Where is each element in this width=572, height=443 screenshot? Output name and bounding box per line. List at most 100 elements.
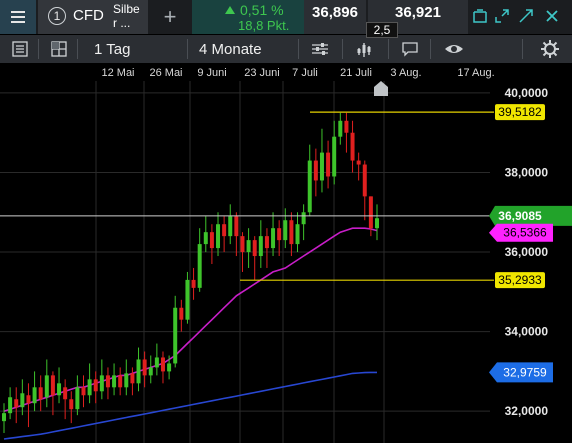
candle-body (154, 357, 159, 368)
candle-body (228, 216, 233, 237)
candle-body (57, 383, 62, 396)
candle-body (326, 152, 331, 177)
hamburger-icon (11, 11, 25, 23)
change-percent: 0,51 % (240, 2, 284, 18)
candle-body (246, 240, 251, 253)
candle-body (136, 359, 141, 384)
add-instrument-button[interactable]: + (150, 0, 190, 34)
candle-body (142, 359, 147, 376)
y-tick-label: 36,0000 (505, 245, 549, 259)
x-tick-label: 7 Juli (292, 67, 318, 79)
x-tick-label: 17 Aug. (457, 67, 494, 79)
candle-body (93, 379, 98, 392)
interval-selector[interactable]: 1 Tag (94, 41, 130, 58)
candle-body (319, 152, 324, 181)
hamburger-menu-button[interactable] (0, 0, 36, 34)
candle-body (350, 132, 355, 161)
candle-body (338, 120, 343, 137)
settings-gear-icon[interactable] (540, 39, 560, 59)
candle-body (99, 375, 104, 392)
x-tick-label: 26 Mai (149, 67, 182, 79)
candle-body (20, 393, 25, 408)
candle-body (112, 375, 117, 388)
price-change-box: 0,51 % 18,8 Pkt. (192, 0, 304, 34)
candle-body (87, 379, 92, 396)
y-tick-label: 40,0000 (505, 86, 549, 100)
candle-body (277, 228, 282, 241)
candle-body (69, 399, 74, 410)
candle-body (307, 160, 312, 213)
candle-body (148, 367, 153, 376)
indicator-sliders-icon[interactable] (310, 39, 330, 59)
candle-body (344, 120, 349, 133)
x-tick-label: 12 Mai (101, 67, 134, 79)
candle-body (356, 160, 361, 165)
candle-body (332, 136, 337, 177)
x-tick-label: 3 Aug. (390, 67, 421, 79)
candle-body (301, 212, 306, 225)
instrument-number-badge: 1 (48, 7, 66, 25)
low-level-label: 35,2933 (498, 273, 542, 287)
toolbar-divider (430, 39, 431, 59)
layout-icon[interactable] (49, 39, 69, 59)
candle-body (44, 375, 49, 398)
candle-body (173, 307, 178, 364)
y-tick-label: 34,0000 (505, 325, 549, 339)
range-selector[interactable]: 4 Monate (199, 41, 262, 58)
chart-toolbar: 1 Tag 4 Monate (0, 35, 572, 63)
candle-body (8, 397, 13, 414)
spread-badge: 2,5 (366, 22, 398, 38)
candle-body (264, 236, 269, 249)
candle-body (234, 216, 239, 237)
candle-body (167, 363, 172, 372)
window-maximize-icon[interactable] (472, 9, 488, 25)
window-detach-icon[interactable] (494, 9, 510, 25)
up-triangle-icon (225, 6, 235, 14)
close-icon[interactable] (544, 9, 560, 25)
candle-body (191, 279, 196, 288)
candle-body (81, 387, 86, 396)
candle-body (209, 232, 214, 249)
candle-body (271, 228, 276, 249)
change-points: 18,8 Pkt. (238, 18, 290, 33)
candle-body (50, 375, 55, 396)
plus-icon: + (163, 4, 177, 29)
toolbar-divider (522, 39, 523, 59)
candle-body (124, 373, 129, 388)
comment-icon[interactable] (400, 39, 420, 59)
candle-body (105, 375, 110, 388)
candle-body (160, 357, 165, 372)
candle-body (258, 236, 263, 257)
candle-body (295, 224, 300, 245)
scroll-marker-icon (374, 81, 388, 96)
candle-body (197, 244, 202, 288)
candle-body (362, 164, 367, 197)
instrument-name: Silbe r ... (113, 2, 140, 30)
candle-body (368, 196, 373, 229)
candle-body (118, 375, 123, 388)
toolbar-divider (187, 39, 188, 59)
candle-body (375, 218, 379, 229)
toolbar-divider (38, 39, 39, 59)
candle-body (289, 220, 294, 245)
chart-canvas: 12 Mai 26 Mai 9 Juni 23 Juni 7 Juli 21 Juli 3 … (0, 63, 572, 443)
instrument-type-label: CFD (73, 7, 104, 24)
eye-icon[interactable] (444, 39, 464, 59)
candle-body (222, 224, 227, 237)
drawing-tool-icon[interactable] (354, 39, 374, 59)
candle-body (32, 387, 37, 404)
candle-body (2, 413, 6, 422)
candle-body (179, 307, 184, 320)
instrument-selector[interactable]: 1 CFD Silbe r ... (38, 0, 148, 34)
price-chart[interactable]: 12 Mai 26 Mai 9 Juni 23 Juni 7 Juli 21 Juli 3 … (0, 63, 572, 443)
toolbar-divider (342, 39, 343, 59)
sell-price-button[interactable]: 36,896 (304, 0, 366, 34)
expand-icon[interactable] (518, 9, 534, 25)
x-tick-label: 23 Juni (244, 67, 279, 79)
candle-body (252, 240, 257, 257)
toolbar-divider (388, 39, 389, 59)
list-icon[interactable] (10, 39, 30, 59)
ma-slow-label: 32,9759 (503, 365, 547, 379)
candle-body (14, 399, 19, 408)
x-tick-label: 9 Juni (197, 67, 226, 79)
